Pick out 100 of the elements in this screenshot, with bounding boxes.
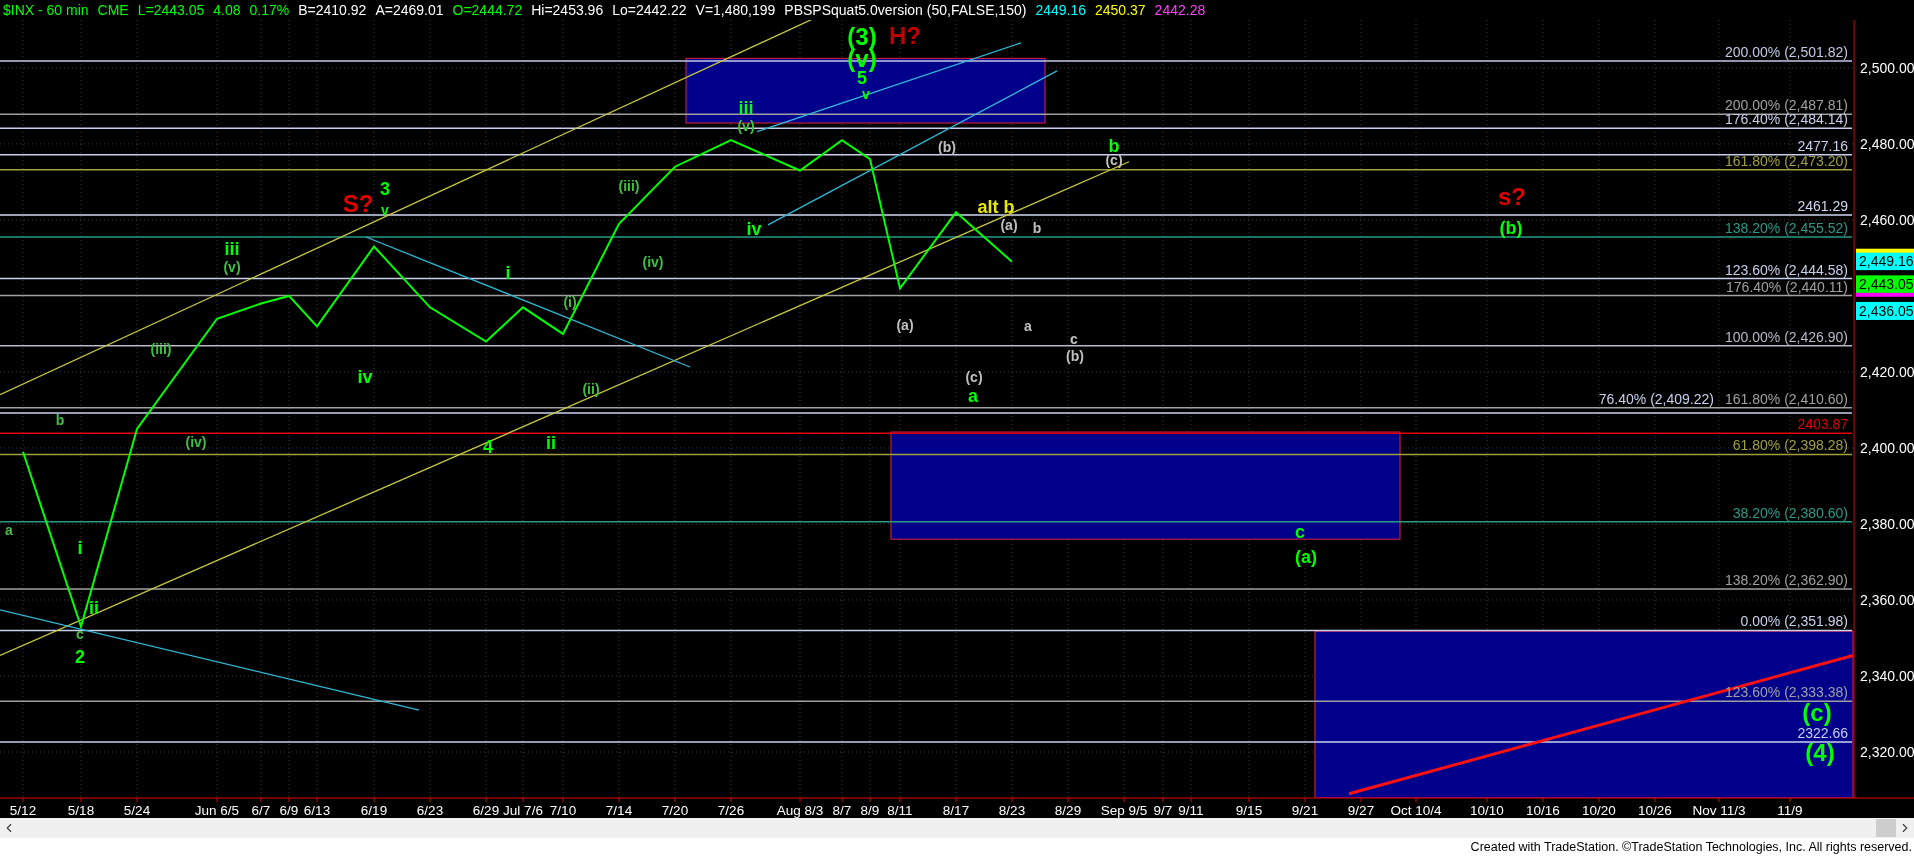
wave-label: (b) (1066, 348, 1084, 364)
wave-label: ii (89, 597, 99, 618)
quote-field: CME (97, 3, 129, 17)
date-axis-label: 6/13 (303, 802, 331, 818)
date-axis-label: 6/19 (360, 802, 388, 818)
wave-label: (v) (223, 259, 241, 276)
date-axis-label: Aug 8/3 (776, 802, 824, 818)
level-label: 2403.87 (1797, 416, 1848, 433)
date-axis-label: 5/18 (67, 802, 95, 818)
wave-label: (i) (563, 293, 577, 310)
price-axis-label: 2,420.00 (1860, 363, 1914, 380)
wave-label: iii (224, 238, 240, 259)
price-axis-label: 2,500.00 (1860, 59, 1914, 76)
date-axis-label: 8/23 (998, 802, 1026, 818)
quote-field: A=2469.01 (375, 3, 444, 17)
quote-field: 4.08 (213, 3, 241, 17)
wave-label: iv (357, 366, 373, 387)
level-label: 161.80% (2,410.60) (1725, 390, 1848, 407)
date-axis-label: 8/17 (942, 802, 970, 818)
date-axis-label: 10/16 (1526, 802, 1560, 818)
level-label: 38.20% (2,380.60) (1732, 504, 1848, 521)
date-axis-label: 6/29 (472, 802, 500, 818)
level-label: 61.80% (2,398.28) (1732, 437, 1848, 454)
date-axis-label: Nov 11/3 (1692, 802, 1746, 818)
date-axis-label: 10/26 (1638, 802, 1672, 818)
date-axis-label: 7/10 (549, 802, 577, 818)
wave-label: i (77, 537, 83, 558)
quote-field: 2450.37 (1095, 3, 1146, 17)
level-label: 76.40% (2,409.22) (1598, 390, 1714, 407)
wave-label: 4 (483, 436, 493, 457)
wave-label: (iii) (618, 178, 640, 195)
wave-label: (b) (1499, 217, 1523, 238)
date-axis-label: 8/11 (887, 802, 913, 818)
price-tag: 2,443.05 (1856, 275, 1914, 294)
date-axis-label: Oct 10/4 (1390, 802, 1442, 818)
wave-label: i (505, 263, 511, 284)
date-axis-label: 6/23 (416, 802, 444, 818)
copyright-text: Created with TradeStation. ©TradeStation Technologies, Inc. All rights reserved. (1470, 838, 1912, 856)
date-axis-label: 6/9 (279, 802, 299, 818)
date-axis-label: 10/20 (1582, 802, 1616, 818)
quote-field: L=2443.05 (137, 3, 205, 17)
price-axis-label: 2,400.00 (1860, 439, 1914, 456)
wave-label: iv (746, 219, 762, 240)
wave-label: a (968, 386, 978, 407)
date-axis-label: 7/26 (717, 802, 745, 818)
level-label: 0.00% (2,351.98) (1740, 613, 1848, 630)
wave-label: (a) (896, 316, 914, 333)
wave-label: (iii) (150, 341, 172, 358)
quote-field: V=1,480,199 (695, 3, 776, 17)
date-axis-label: 9/11 (1178, 802, 1204, 818)
wave-label: 3 (380, 178, 390, 199)
wave-label: c (1295, 521, 1305, 542)
wave-label: (a) (1295, 547, 1317, 568)
date-axis-label: 9/7 (1153, 802, 1173, 818)
level-label: 161.80% (2,473.20) (1725, 152, 1848, 169)
date-axis-label: 7/20 (661, 802, 689, 818)
level-label: 200.00% (2,501.82) (1725, 43, 1848, 60)
scrollbar-thumb[interactable] (1876, 819, 1896, 837)
level-label: 2461.29 (1797, 198, 1848, 214)
quote-field: PBSPSquat5.0version (50,FALSE,150) (784, 3, 1027, 17)
price-axis-label: 2,380.00 (1860, 515, 1914, 532)
quote-field: 0.17% (249, 3, 290, 17)
date-axis-label: 11/9 (1777, 802, 1803, 818)
wave-label: b (1032, 219, 1042, 236)
wave-label: (iv) (185, 433, 207, 450)
wave-label: (c) (965, 368, 983, 385)
quote-field: O=2444.72 (452, 3, 523, 17)
date-axis-label: 8/9 (860, 802, 880, 818)
date-axis-label: 7/14 (605, 802, 633, 818)
quote-field: Lo=2442.22 (612, 3, 687, 17)
date-axis-label: Jul 7/6 (503, 802, 543, 818)
wave-label: S? (342, 190, 374, 218)
wave-label: H? (889, 22, 921, 50)
wave-label: (a) (1000, 216, 1018, 233)
wave-label: iii (738, 97, 754, 118)
wave-label: 5 (857, 68, 867, 89)
date-axis-label: 8/29 (1054, 802, 1082, 818)
level-label: 123.60% (2,444.58) (1725, 261, 1848, 278)
wave-label: (4) (1805, 738, 1835, 766)
date-axis-label: Jun 6/5 (194, 802, 240, 818)
level-label: 200.00% (2,487.81) (1725, 97, 1848, 114)
level-label: 176.40% (2,440.11) (1726, 278, 1848, 295)
wave-label: (b) (938, 138, 956, 155)
quote-field: $INX - 60 min (3, 3, 89, 17)
level-label: 138.20% (2,455.52) (1725, 219, 1848, 236)
date-axis-label: Sep 9/5 (1100, 802, 1148, 818)
level-label: 123.60% (2,333.38) (1725, 684, 1848, 701)
wave-label: (c) (1802, 699, 1832, 727)
price-axis-label: 2,340.00 (1860, 668, 1914, 684)
price-axis-label: 2,460.00 (1860, 211, 1914, 228)
date-axis-label: 9/27 (1347, 802, 1375, 818)
wave-label: a (1024, 317, 1032, 334)
level-label: 2477.16 (1797, 137, 1848, 154)
wave-label: c (76, 626, 84, 643)
date-axis-label: 6/7 (251, 802, 271, 818)
wave-label: b (55, 411, 65, 428)
wave-label: c (1070, 330, 1078, 347)
level-label: 138.20% (2,362.90) (1725, 571, 1848, 588)
price-axis-label: 2,360.00 (1860, 592, 1914, 608)
wave-label: ii (546, 433, 556, 453)
